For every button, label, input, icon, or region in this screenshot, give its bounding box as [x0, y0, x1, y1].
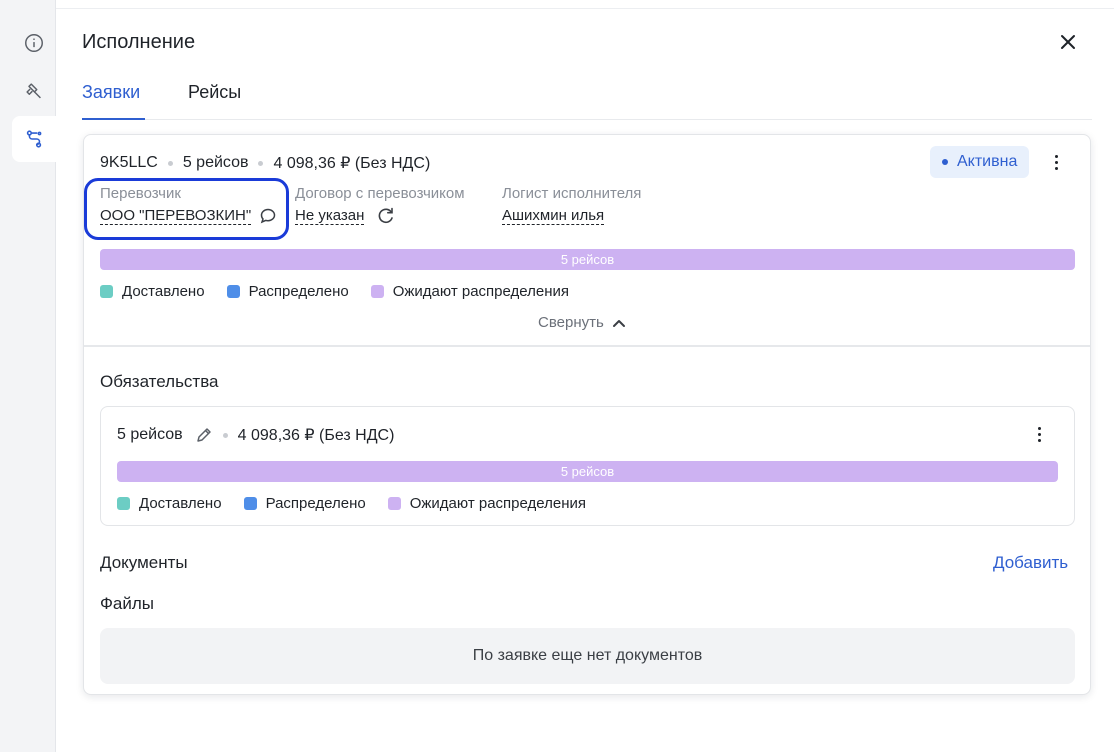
order-trips: 5 рейсов [182, 154, 249, 171]
order-header: 9K5LLC 5 рейсов 4 098,36 ₽ (Без НДС) [100, 153, 430, 173]
status-text: Активна [957, 153, 1018, 170]
legend-awaiting: Ожидают распределения [387, 495, 586, 512]
obligation-header: 5 рейсов 4 098,36 ₽ (Без НДС) [117, 425, 394, 445]
obligation-progress-bar: 5 рейсов [117, 461, 1058, 482]
contract-label: Договор с перевозчиком [295, 185, 465, 202]
legend-swatch [387, 497, 401, 510]
active-tab-indicator [82, 118, 145, 120]
status-dot [942, 159, 948, 165]
legend-label: Распределено [265, 495, 366, 512]
route-rail-button[interactable] [12, 116, 56, 162]
legend-label: Ожидают распределения [409, 495, 586, 512]
legend-swatch [100, 285, 113, 298]
separator-dot [167, 160, 173, 166]
add-document-link[interactable]: Добавить [993, 553, 1068, 573]
legend-delivered: Доставлено [117, 495, 222, 512]
info-rail-button[interactable] [12, 20, 56, 66]
obligation-trips: 5 рейсов [117, 426, 183, 443]
gavel-rail-button[interactable] [12, 68, 56, 114]
legend-swatch [243, 497, 257, 510]
comment-icon[interactable] [259, 207, 277, 225]
obligation-amount: 4 098,36 ₽ (Без НДС) [237, 427, 395, 444]
chevron-up-icon [612, 319, 625, 327]
obligation-card: 5 рейсов 4 098,36 ₽ (Без НДС) 5 рейсов Д… [100, 406, 1075, 526]
empty-documents-text: По заявке еще нет документов [472, 647, 703, 664]
execution-panel: Исполнение Заявки Рейсы 9K5LLC 5 рейсов … [56, 0, 1114, 752]
contract-link[interactable]: Не указан [295, 207, 365, 225]
legend-label: Распределено [248, 283, 349, 300]
legend-label: Ожидают распределения [392, 283, 569, 300]
separator-dot [258, 160, 264, 166]
documents-title: Документы [100, 553, 188, 572]
status-badge: Активна [930, 146, 1030, 178]
obligation-menu-button[interactable] [1029, 422, 1049, 446]
files-label: Файлы [100, 594, 155, 613]
carrier-link[interactable]: ООО "ПЕРЕВОЗКИН" [100, 207, 252, 225]
tab-trips[interactable]: Рейсы [188, 82, 241, 103]
gavel-icon [26, 83, 41, 99]
top-divider [56, 8, 1114, 9]
carrier-label: Перевозчик [100, 185, 181, 202]
legend-label: Доставлено [139, 495, 222, 512]
pencil-icon[interactable] [195, 426, 213, 444]
order-menu-button[interactable] [1046, 150, 1066, 174]
logist-label: Логист исполнителя [502, 185, 642, 202]
empty-documents-placeholder: По заявке еще нет документов [100, 628, 1075, 684]
order-amount: 4 098,36 ₽ (Без НДС) [273, 155, 431, 172]
close-button[interactable] [1056, 30, 1080, 54]
collapse-label: Свернуть [538, 314, 604, 331]
refresh-icon[interactable] [376, 206, 396, 226]
order-code: 9K5LLC [100, 154, 158, 171]
tab-requests[interactable]: Заявки [82, 82, 140, 103]
legend-delivered: Доставлено [100, 283, 205, 300]
left-rail [0, 0, 56, 752]
tabs: Заявки Рейсы [82, 78, 1092, 120]
legend-label: Доставлено [122, 283, 205, 300]
info-icon [25, 34, 43, 52]
legend-awaiting: Ожидают распределения [370, 283, 569, 300]
legend-distributed: Распределено [243, 495, 366, 512]
legend-swatch [370, 285, 384, 298]
obligation-legend: Доставлено Распределено Ожидают распреде… [117, 495, 608, 512]
legend-swatch [226, 285, 240, 298]
separator-dot [222, 432, 228, 438]
order-card: 9K5LLC 5 рейсов 4 098,36 ₽ (Без НДС) Акт… [83, 134, 1091, 695]
legend-distributed: Распределено [226, 283, 349, 300]
panel-title: Исполнение [82, 31, 196, 53]
route-icon [26, 130, 42, 148]
progress-bar-label: 5 рейсов [560, 252, 615, 267]
close-icon [1061, 35, 1075, 49]
progress-bar-label: 5 рейсов [560, 464, 615, 479]
legend-swatch [117, 497, 130, 510]
obligations-title: Обязательства [100, 372, 219, 391]
collapse-button[interactable]: Свернуть [538, 314, 626, 331]
section-divider [84, 345, 1090, 347]
logist-link[interactable]: Ашихмин илья [502, 207, 605, 225]
legend: Доставлено Распределено Ожидают распреде… [100, 283, 591, 300]
trips-progress-bar: 5 рейсов [100, 249, 1075, 270]
